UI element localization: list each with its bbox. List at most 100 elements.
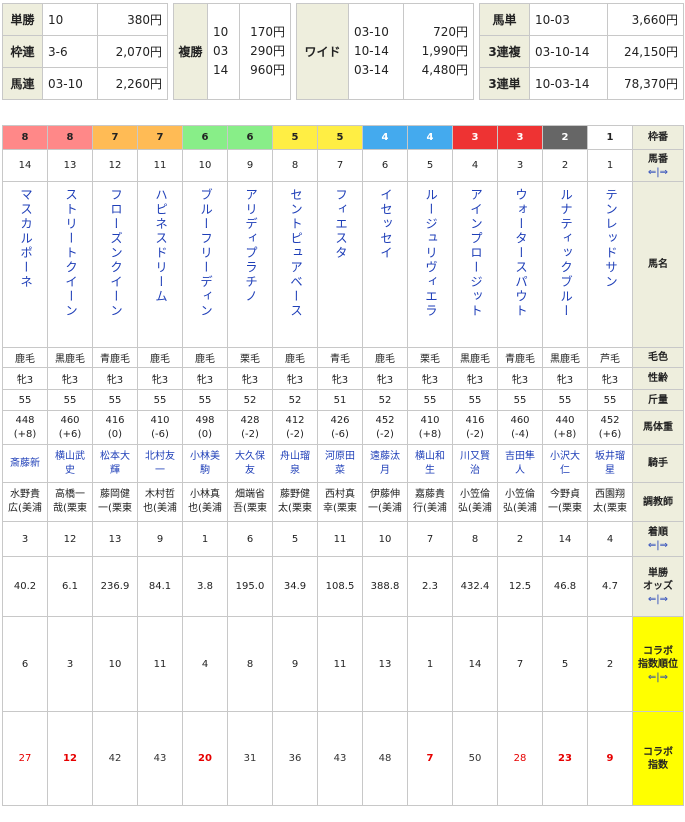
- jockey-link[interactable]: 小沢大: [543, 450, 587, 464]
- jockey-link[interactable]: 菜: [318, 464, 362, 478]
- fukusho-yens: 170円 290円 960円: [239, 3, 291, 100]
- jockey-link[interactable]: 治: [453, 464, 497, 478]
- odds-sort-link[interactable]: ⇐|⇒: [633, 593, 683, 606]
- horse-name-link[interactable]: フィエスタ: [333, 188, 348, 261]
- body-weight-value: 410: [150, 414, 170, 426]
- collab-rank-label: コラボ: [643, 645, 673, 657]
- wide-combo: 10-14: [354, 44, 389, 58]
- jockey-link[interactable]: 月: [363, 464, 407, 478]
- finish-sort-link[interactable]: ⇐|⇒: [633, 539, 683, 552]
- waku-cell: 5: [272, 125, 318, 150]
- fukusho-combo: 14: [213, 63, 229, 77]
- weight-cell: 51: [317, 389, 363, 411]
- collab-rank-cell: 11: [137, 616, 183, 712]
- waku-cell: 4: [407, 125, 453, 150]
- body-weight-diff: (-2): [466, 428, 484, 440]
- waku-cell: 8: [47, 125, 93, 150]
- jockey-link[interactable]: 生: [408, 464, 452, 478]
- trainer-cell: 今野貞 一(栗東: [542, 482, 588, 522]
- collab-index-cell: 20: [182, 711, 228, 806]
- jockey-cell: 大久保友: [227, 444, 273, 483]
- jockey-link[interactable]: 小林美: [183, 450, 227, 464]
- collab-rank-label: 指数順位: [638, 658, 678, 670]
- trainer-cell: 藤岡健 一(栗東: [92, 482, 138, 522]
- jockey-link[interactable]: 駒: [183, 464, 227, 478]
- trainer-name: 嘉藤貴: [415, 489, 445, 500]
- row-waku: 8 8 7 7 6 6 5 5 4 4 3 3 2 1 枠番: [2, 125, 684, 150]
- jockey-link[interactable]: 横山武: [48, 450, 92, 464]
- jockey-link[interactable]: 仁: [543, 464, 587, 478]
- waku-cell: 2: [542, 125, 588, 150]
- body-weight-diff: (-2): [286, 428, 304, 440]
- umaban-cell: 14: [2, 149, 48, 182]
- jockey-link[interactable]: 遠藤汰: [363, 450, 407, 464]
- horse-name-link[interactable]: ストリートクイーン: [63, 188, 78, 319]
- collab-rank-cell: 9: [272, 616, 318, 712]
- umaban-sort-link[interactable]: ⇐|⇒: [633, 166, 683, 179]
- jockey-link[interactable]: 人: [498, 464, 542, 478]
- collab-rank-cell: 3: [47, 616, 93, 712]
- horse-name-link[interactable]: イセッセイ: [378, 188, 393, 261]
- jockey-cell: 横山和生: [407, 444, 453, 483]
- jockey-link[interactable]: 輝: [93, 464, 137, 478]
- jockey-link[interactable]: 吉田隼: [498, 450, 542, 464]
- row-weight: 55 55 55 55 55 52 52 51 52 55 55 55 55 55 斤量: [2, 389, 684, 411]
- jockey-link[interactable]: 舟山瑠: [273, 450, 317, 464]
- horse-name-cell: ルナティックブルー: [542, 181, 588, 348]
- umatan-combo: 10-03: [529, 3, 608, 36]
- body-weight-diff: (+8): [418, 428, 442, 440]
- row-color: 鹿毛 黒鹿毛 青鹿毛 鹿毛 鹿毛 栗毛 鹿毛 青毛 鹿毛 栗毛 黒鹿毛 青鹿毛 黒鹿毛 芦毛 毛色: [2, 347, 684, 368]
- collab-rank-cell: 8: [227, 616, 273, 712]
- trainer-name: 一(美浦: [368, 503, 402, 514]
- jockey-link[interactable]: 北村友: [138, 450, 182, 464]
- trainer-name: 小林真: [190, 489, 220, 500]
- horse-name-link[interactable]: ブルーフリーディン: [198, 188, 213, 319]
- body-weight-cell: 440 (+8): [542, 410, 588, 445]
- collab-rank-cell: 10: [92, 616, 138, 712]
- umaban-cell: 11: [137, 149, 183, 182]
- jockey-link[interactable]: 河原田: [318, 450, 362, 464]
- horse-name-link[interactable]: ウォータースパウト: [513, 188, 528, 319]
- finish-cell: 1: [182, 521, 228, 557]
- weight-cell: 55: [47, 389, 93, 411]
- horse-name-cell: アリディプラチノ: [227, 181, 273, 348]
- horse-name-link[interactable]: セントピュアベース: [288, 188, 303, 319]
- finish-cell: 12: [47, 521, 93, 557]
- jockey-link[interactable]: 横山和: [408, 450, 452, 464]
- horse-name-link[interactable]: ルージュリヴィエラ: [423, 188, 438, 319]
- horse-name-link[interactable]: フローズンクイーン: [108, 188, 123, 319]
- row-jockey: 斎藤新 横山武史松本大輝北村友一小林美駒大久保友舟山瑠泉河原田菜遠藤汰月横山和生川…: [2, 444, 684, 483]
- jockey-link[interactable]: 泉: [273, 464, 317, 478]
- jockey-link[interactable]: 坂井瑠: [588, 450, 632, 464]
- collab-rank-cell: 7: [497, 616, 543, 712]
- color-header: 毛色: [632, 347, 684, 368]
- horse-name-link[interactable]: ルナティックブルー: [558, 188, 573, 319]
- finish-cell: 14: [542, 521, 588, 557]
- collab-rank-sort-link[interactable]: ⇐|⇒: [633, 671, 683, 684]
- jockey-link[interactable]: 一: [138, 464, 182, 478]
- waku-cell: 3: [452, 125, 498, 150]
- horse-name-link[interactable]: アインプロージット: [468, 188, 483, 319]
- horse-name-link[interactable]: ハピネスドリーム: [153, 188, 168, 304]
- sexage-cell: 牝3: [542, 367, 588, 390]
- trainer-name: 弘(美浦: [503, 503, 537, 514]
- jockey-link[interactable]: 星: [588, 464, 632, 478]
- horse-name-link[interactable]: テンレッドサン: [603, 188, 618, 290]
- jockey-link[interactable]: 友: [228, 464, 272, 478]
- trainer-name: 哉(栗東: [53, 503, 87, 514]
- odds-cell: 40.2: [2, 556, 48, 617]
- horse-name-link[interactable]: アリディプラチノ: [243, 188, 258, 304]
- umaban-cell: 3: [497, 149, 543, 182]
- jockey-link[interactable]: 松本大: [93, 450, 137, 464]
- jockey-link[interactable]: 大久保: [228, 450, 272, 464]
- jockey-link[interactable]: 川又賢: [453, 450, 497, 464]
- horse-name-link[interactable]: マスカルポーネ: [18, 188, 33, 290]
- body-weight-value: 410: [420, 414, 440, 426]
- trainer-name: 弘(美浦: [458, 503, 492, 514]
- waku-cell: 1: [587, 125, 633, 150]
- trainer-name: 西村真: [325, 489, 355, 500]
- jockey-link[interactable]: 史: [48, 464, 92, 478]
- jockey-link[interactable]: 斎藤新: [3, 457, 47, 471]
- body-weight-value: 416: [105, 414, 125, 426]
- weight-cell: 52: [272, 389, 318, 411]
